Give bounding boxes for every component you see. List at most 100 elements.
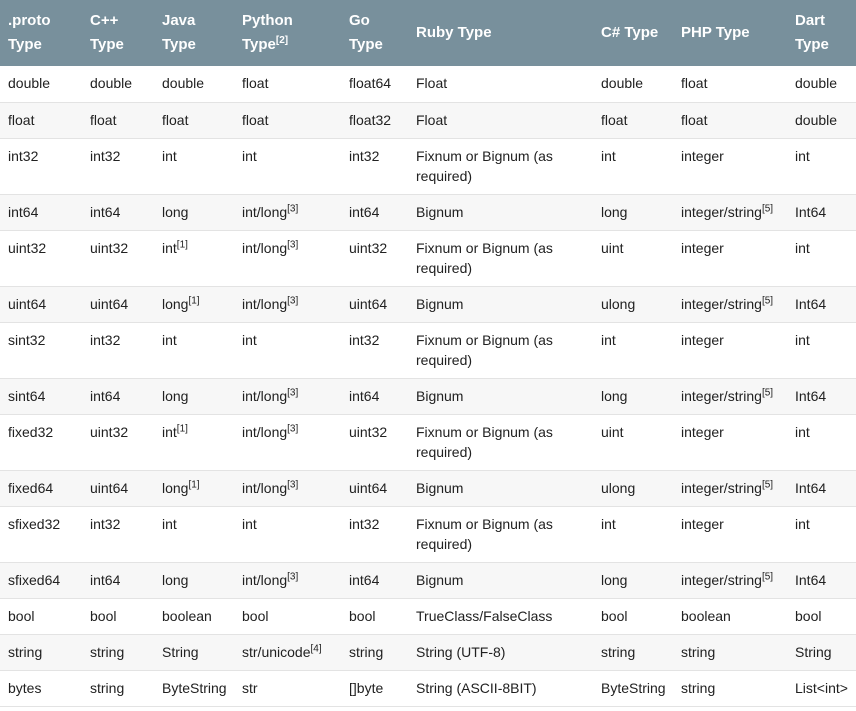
table-cell-dart: double	[787, 66, 856, 103]
footnote-ref: [2]	[275, 35, 289, 46]
cell-text: String (UTF-8)	[416, 643, 506, 660]
table-cell-ruby: Bignum	[408, 286, 593, 323]
cell-text: int	[242, 331, 257, 348]
table-cell-cpp: string	[82, 634, 154, 671]
cell-text: string	[90, 643, 125, 660]
table-cell-java: float	[154, 102, 234, 139]
cell-text: long	[601, 203, 628, 220]
cell-text: integer/string	[681, 479, 762, 496]
table-row: sfixed32 int32 int int int32 Fixnum or Bignum…	[0, 506, 856, 563]
table-cell-python: int	[234, 506, 341, 563]
table-cell-python: int/long[3]	[234, 286, 341, 323]
table-cell-ruby: Fixnum or Bignum (as required)	[408, 506, 593, 563]
cell-text: uint	[601, 423, 624, 440]
table-cell-php: integer/string[5]	[673, 194, 787, 231]
table-cell-dart: Int64	[787, 562, 856, 599]
cell-text: integer/string	[681, 571, 762, 588]
table-cell-proto: sint64	[0, 378, 82, 415]
table-row: sint64 int64 long int/long[3] int64 Bignum lon…	[0, 378, 856, 415]
cell-text: uint64	[349, 479, 388, 496]
cell-text: integer	[681, 331, 724, 348]
table-row: sint32 int32 int int int32 Fixnum or Bignum (…	[0, 322, 856, 379]
cell-text: float	[242, 75, 269, 91]
table-cell-dart: String	[787, 634, 856, 671]
table-row: bool bool boolean bool bool TrueClass/FalseCl…	[0, 598, 856, 635]
column-header-php: PHP Type	[673, 0, 787, 66]
table-cell-cpp: bool	[82, 598, 154, 635]
table-row: sfixed64 int64 long int/long[3] int64 Bignum l…	[0, 562, 856, 599]
cell-text: integer/string	[681, 387, 762, 404]
column-header-cpp: C++ Type	[82, 0, 154, 66]
table-cell-java: int	[154, 322, 234, 379]
column-header-ruby: Ruby Type	[408, 0, 593, 66]
cell-text: Int64	[795, 571, 827, 588]
cell-text: boolean	[162, 607, 212, 624]
cell-text: integer	[681, 423, 724, 440]
cell-text: integer/string	[681, 295, 762, 312]
table-cell-csharp: long	[593, 378, 673, 415]
cell-text: uint32	[90, 239, 129, 256]
table-cell-go: uint32	[341, 230, 408, 287]
cell-text: long	[162, 387, 189, 404]
column-header-go: Go Type	[341, 0, 408, 66]
cell-text: long	[162, 203, 189, 220]
cell-text: sfixed32	[8, 515, 61, 532]
table-cell-python: int/long[3]	[234, 414, 341, 471]
table-cell-proto: fixed32	[0, 414, 82, 471]
column-header-label: Type	[795, 36, 829, 53]
cell-text: integer	[681, 239, 724, 256]
cell-text: int32	[90, 147, 121, 164]
cell-text: float	[681, 75, 708, 91]
table-cell-csharp: int	[593, 322, 673, 379]
table-cell-proto: bytes	[0, 670, 82, 707]
column-header-label: C# Type	[601, 24, 659, 41]
cell-text: bool	[349, 607, 376, 624]
table-cell-csharp: bool	[593, 598, 673, 635]
table-cell-proto: sfixed64	[0, 562, 82, 599]
table-row: uint64 uint64 long[1] int/long[3] uint64 Bign…	[0, 286, 856, 323]
footnote-ref: [3]	[287, 478, 299, 490]
cell-text: float	[90, 111, 117, 128]
table-cell-dart: int	[787, 138, 856, 195]
footnote-ref: [5]	[761, 202, 774, 214]
cell-text: double	[162, 75, 205, 91]
table-cell-csharp: long	[593, 194, 673, 231]
column-header-label: C++	[90, 12, 119, 29]
table-cell-proto: sint32	[0, 322, 82, 379]
table-cell-proto: float	[0, 102, 82, 139]
table-cell-php: integer	[673, 414, 787, 471]
table-cell-go: uint64	[341, 470, 408, 507]
table-cell-java: long	[154, 562, 234, 599]
table-cell-php: integer/string[5]	[673, 378, 787, 415]
column-header-dart: Dart Type	[787, 0, 856, 66]
cell-text: int/long	[242, 479, 288, 496]
cell-text: uint32	[90, 423, 129, 440]
table-row: uint32 uint32 int[1] int/long[3] uint32 Fixnu…	[0, 230, 856, 287]
table-cell-dart: Int64	[787, 194, 856, 231]
cell-text: double	[8, 75, 51, 91]
cell-text: string	[681, 643, 716, 660]
scalar-type-table: .proto Type C++ Type Java Type Python Type[2] Go…	[0, 0, 856, 707]
cell-text: uint64	[90, 295, 129, 312]
cell-text: int64	[8, 203, 39, 220]
cell-text: long	[162, 295, 189, 312]
column-header-label: Type	[242, 36, 276, 53]
cell-text: Fixnum or Bignum (as required)	[416, 423, 553, 460]
table-cell-dart: Int64	[787, 286, 856, 323]
cell-text: uint64	[349, 295, 388, 312]
footnote-ref: [1]	[188, 478, 200, 490]
table-cell-php: integer/string[5]	[673, 562, 787, 599]
table-cell-python: str	[234, 670, 341, 707]
footnote-ref: [5]	[761, 570, 774, 582]
footnote-ref: [1]	[188, 294, 200, 306]
cell-text: int64	[349, 571, 380, 588]
cell-text: uint32	[8, 239, 47, 256]
table-cell-go: int64	[341, 194, 408, 231]
footnote-ref: [3]	[287, 294, 299, 306]
cell-text: ByteString	[162, 679, 227, 696]
cell-text: int64	[90, 387, 121, 404]
table-row: double double double float float64 Float doubl…	[0, 66, 856, 103]
cell-text: bool	[242, 607, 269, 624]
cell-text: int/long	[242, 423, 288, 440]
table-cell-java: long	[154, 194, 234, 231]
